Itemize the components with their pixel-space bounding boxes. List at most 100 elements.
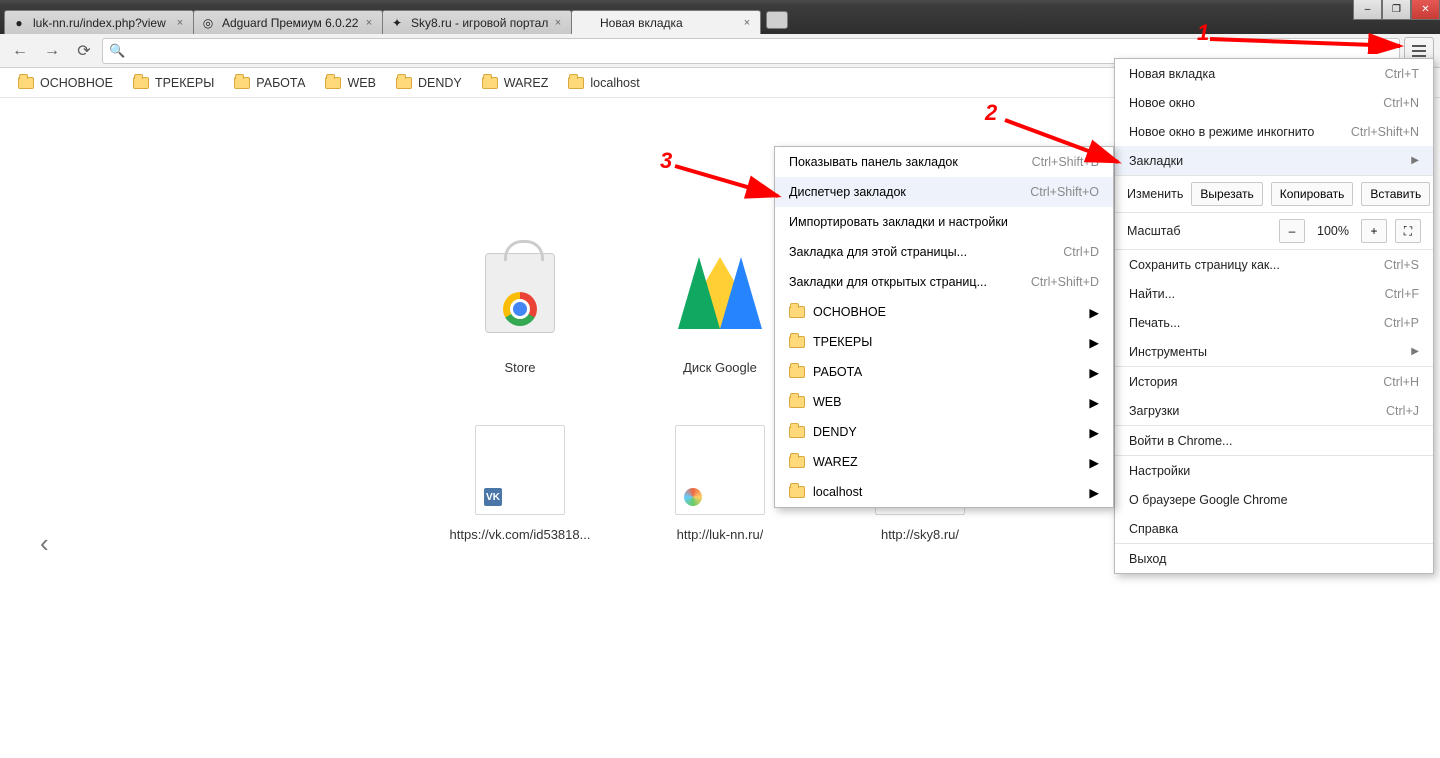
submenu-folder[interactable]: ОСНОВНОЕ▶ <box>775 297 1113 327</box>
maximize-button[interactable]: ❐ <box>1382 0 1411 20</box>
tab-1[interactable]: ◎ Adguard Премиум 6.0.22 × <box>193 10 383 34</box>
folder-icon <box>325 77 341 89</box>
bookmark-folder[interactable]: ТРЕКЕРЫ <box>125 72 222 94</box>
close-icon[interactable]: × <box>173 16 187 30</box>
tab-title: Adguard Премиум 6.0.22 <box>222 16 362 30</box>
cut-button[interactable]: Вырезать <box>1191 182 1262 206</box>
tab-0[interactable]: ● luk-nn.ru/index.php?view × <box>4 10 194 34</box>
mv-tile-luk[interactable]: http://luk-nn.ru/ <box>660 425 780 542</box>
tab-title: luk-nn.ru/index.php?view <box>33 16 173 30</box>
folder-icon <box>789 426 805 438</box>
fullscreen-button[interactable]: ⛶ <box>1395 219 1421 243</box>
bookmark-folder[interactable]: ОСНОВНОЕ <box>10 72 121 94</box>
tab-2[interactable]: ✦ Sky8.ru - игровой портал × <box>382 10 572 34</box>
menu-zoom-row: Масштаб – 100% + ⛶ <box>1115 213 1433 249</box>
zoom-in-button[interactable]: + <box>1361 219 1387 243</box>
menu-history[interactable]: ИсторияCtrl+H <box>1115 367 1433 396</box>
bookmarks-submenu: Показывать панель закладокCtrl+Shift+B Д… <box>774 146 1114 508</box>
favicon-icon: ✦ <box>389 15 405 31</box>
chevron-right-icon: ▶ <box>1089 395 1099 410</box>
folder-icon <box>568 77 584 89</box>
chevron-right-icon: ▶ <box>1089 365 1099 380</box>
folder-icon <box>234 77 250 89</box>
vk-icon: VK <box>484 488 502 506</box>
folder-icon <box>789 336 805 348</box>
menu-exit[interactable]: Выход <box>1115 544 1433 573</box>
menu-incognito[interactable]: Новое окно в режиме инкогнитоCtrl+Shift+… <box>1115 117 1433 146</box>
submenu-bookmark-manager[interactable]: Диспетчер закладокCtrl+Shift+O <box>775 177 1113 207</box>
prev-page-icon[interactable]: ‹ <box>40 528 49 559</box>
folder-icon <box>133 77 149 89</box>
folder-icon <box>789 366 805 378</box>
chevron-right-icon: ▶ <box>1089 305 1099 320</box>
chevron-right-icon: ▶ <box>1089 455 1099 470</box>
chevron-right-icon: ▶ <box>1411 346 1419 357</box>
bookmark-folder[interactable]: localhost <box>560 72 647 94</box>
bookmark-folder[interactable]: РАБОТА <box>226 72 313 94</box>
menu-new-tab[interactable]: Новая вкладкаCtrl+T <box>1115 59 1433 88</box>
submenu-show-bar[interactable]: Показывать панель закладокCtrl+Shift+B <box>775 147 1113 177</box>
menu-about[interactable]: О браузере Google Chrome <box>1115 485 1433 514</box>
window-controls: – ❐ ✕ <box>1353 0 1440 20</box>
submenu-folder[interactable]: ТРЕКЕРЫ▶ <box>775 327 1113 357</box>
folder-icon <box>789 456 805 468</box>
tab-title: Sky8.ru - игровой портал <box>411 16 551 30</box>
reload-button[interactable]: ⟳ <box>70 37 98 65</box>
bookmark-folder[interactable]: WEB <box>317 72 383 94</box>
close-icon[interactable]: × <box>740 16 754 30</box>
folder-icon <box>396 77 412 89</box>
close-icon[interactable]: × <box>551 16 565 30</box>
bookmark-folder[interactable]: DENDY <box>388 72 470 94</box>
folder-icon <box>789 306 805 318</box>
menu-new-window[interactable]: Новое окноCtrl+N <box>1115 88 1433 117</box>
copy-button[interactable]: Копировать <box>1271 182 1354 206</box>
folder-icon <box>789 396 805 408</box>
mv-tile-vk[interactable]: VK https://vk.com/id53818... <box>460 425 580 542</box>
close-icon[interactable]: × <box>362 16 376 30</box>
new-tab-button[interactable] <box>766 11 788 29</box>
submenu-bookmark-all[interactable]: Закладки для открытых страниц...Ctrl+Shi… <box>775 267 1113 297</box>
menu-help[interactable]: Справка <box>1115 514 1433 543</box>
zoom-value: 100% <box>1313 224 1353 238</box>
tab-3-active[interactable]: Новая вкладка × <box>571 10 761 34</box>
chevron-right-icon: ▶ <box>1089 425 1099 440</box>
forward-button[interactable]: → <box>38 37 66 65</box>
bookmark-folder[interactable]: WAREZ <box>474 72 557 94</box>
minimize-button[interactable]: – <box>1353 0 1382 20</box>
favicon-icon: ◎ <box>200 15 216 31</box>
app-tile-drive[interactable]: Диск Google <box>660 238 780 375</box>
menu-bookmarks[interactable]: Закладки▶ <box>1115 146 1433 175</box>
main-menu: Новая вкладкаCtrl+T Новое окноCtrl+N Нов… <box>1114 58 1434 574</box>
submenu-import[interactable]: Импортировать закладки и настройки <box>775 207 1113 237</box>
close-button[interactable]: ✕ <box>1411 0 1440 20</box>
menu-settings[interactable]: Настройки <box>1115 456 1433 485</box>
menu-edit-row: Изменить Вырезать Копировать Вставить <box>1115 176 1433 212</box>
submenu-folder[interactable]: WAREZ▶ <box>775 447 1113 477</box>
folder-icon <box>482 77 498 89</box>
app-tile-store[interactable]: Store <box>460 238 580 375</box>
zoom-out-button[interactable]: – <box>1279 219 1305 243</box>
folder-icon <box>18 77 34 89</box>
menu-downloads[interactable]: ЗагрузкиCtrl+J <box>1115 396 1433 425</box>
menu-signin[interactable]: Войти в Chrome... <box>1115 426 1433 455</box>
chevron-right-icon: ▶ <box>1411 155 1419 166</box>
back-button[interactable]: ← <box>6 37 34 65</box>
submenu-folder[interactable]: localhost▶ <box>775 477 1113 507</box>
menu-print[interactable]: Печать...Ctrl+P <box>1115 308 1433 337</box>
menu-find[interactable]: Найти...Ctrl+F <box>1115 279 1433 308</box>
tab-title: Новая вкладка <box>600 16 740 30</box>
search-icon: 🔍 <box>109 43 125 59</box>
folder-icon <box>789 486 805 498</box>
tab-strip: ● luk-nn.ru/index.php?view × ◎ Adguard П… <box>0 6 1440 34</box>
submenu-folder[interactable]: DENDY▶ <box>775 417 1113 447</box>
favicon-icon <box>578 15 594 31</box>
site-icon <box>684 488 702 506</box>
menu-tools[interactable]: Инструменты▶ <box>1115 337 1433 366</box>
submenu-folder[interactable]: WEB▶ <box>775 387 1113 417</box>
submenu-folder[interactable]: РАБОТА▶ <box>775 357 1113 387</box>
favicon-icon: ● <box>11 15 27 31</box>
submenu-bookmark-page[interactable]: Закладка для этой страницы...Ctrl+D <box>775 237 1113 267</box>
paste-button[interactable]: Вставить <box>1361 182 1430 206</box>
chevron-right-icon: ▶ <box>1089 485 1099 500</box>
menu-save-page[interactable]: Сохранить страницу как...Ctrl+S <box>1115 250 1433 279</box>
